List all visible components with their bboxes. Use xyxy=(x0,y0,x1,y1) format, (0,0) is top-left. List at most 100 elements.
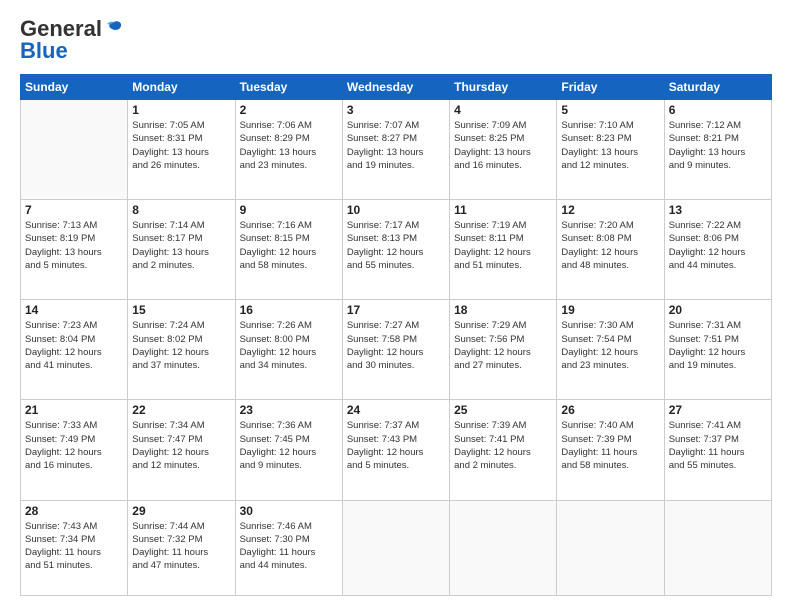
day-number: 13 xyxy=(669,203,767,217)
day-info: Sunrise: 7:41 AMSunset: 7:37 PMDaylight:… xyxy=(669,419,767,472)
calendar-cell: 27 Sunrise: 7:41 AMSunset: 7:37 PMDayligh… xyxy=(664,400,771,500)
day-number: 14 xyxy=(25,303,123,317)
day-info: Sunrise: 7:30 AMSunset: 7:54 PMDaylight:… xyxy=(561,319,659,372)
day-number: 16 xyxy=(240,303,338,317)
day-info: Sunrise: 7:43 AMSunset: 7:34 PMDaylight:… xyxy=(25,520,123,573)
day-number: 12 xyxy=(561,203,659,217)
day-info: Sunrise: 7:07 AMSunset: 8:27 PMDaylight:… xyxy=(347,119,445,172)
calendar-cell: 18 Sunrise: 7:29 AMSunset: 7:56 PMDayligh… xyxy=(450,300,557,400)
day-info: Sunrise: 7:33 AMSunset: 7:49 PMDaylight:… xyxy=(25,419,123,472)
day-info: Sunrise: 7:17 AMSunset: 8:13 PMDaylight:… xyxy=(347,219,445,272)
day-info: Sunrise: 7:13 AMSunset: 8:19 PMDaylight:… xyxy=(25,219,123,272)
day-number: 17 xyxy=(347,303,445,317)
calendar-week-3: 14 Sunrise: 7:23 AMSunset: 8:04 PMDayligh… xyxy=(21,300,772,400)
day-info: Sunrise: 7:05 AMSunset: 8:31 PMDaylight:… xyxy=(132,119,230,172)
calendar-cell: 11 Sunrise: 7:19 AMSunset: 8:11 PMDayligh… xyxy=(450,200,557,300)
calendar-header-monday: Monday xyxy=(128,75,235,100)
calendar-header-row: SundayMondayTuesdayWednesdayThursdayFrid… xyxy=(21,75,772,100)
calendar-header-friday: Friday xyxy=(557,75,664,100)
calendar-cell xyxy=(342,500,449,595)
calendar-cell: 30 Sunrise: 7:46 AMSunset: 7:30 PMDayligh… xyxy=(235,500,342,595)
day-number: 9 xyxy=(240,203,338,217)
day-number: 27 xyxy=(669,403,767,417)
logo: General Blue xyxy=(20,16,124,64)
calendar-week-5: 28 Sunrise: 7:43 AMSunset: 7:34 PMDayligh… xyxy=(21,500,772,595)
day-info: Sunrise: 7:39 AMSunset: 7:41 PMDaylight:… xyxy=(454,419,552,472)
calendar-cell xyxy=(21,100,128,200)
calendar-cell: 6 Sunrise: 7:12 AMSunset: 8:21 PMDaylight… xyxy=(664,100,771,200)
calendar-cell: 14 Sunrise: 7:23 AMSunset: 8:04 PMDayligh… xyxy=(21,300,128,400)
day-number: 25 xyxy=(454,403,552,417)
calendar-table: SundayMondayTuesdayWednesdayThursdayFrid… xyxy=(20,74,772,596)
calendar-cell: 17 Sunrise: 7:27 AMSunset: 7:58 PMDayligh… xyxy=(342,300,449,400)
calendar-cell xyxy=(557,500,664,595)
day-number: 6 xyxy=(669,103,767,117)
calendar-header-tuesday: Tuesday xyxy=(235,75,342,100)
day-number: 20 xyxy=(669,303,767,317)
calendar-cell xyxy=(664,500,771,595)
calendar-cell: 3 Sunrise: 7:07 AMSunset: 8:27 PMDaylight… xyxy=(342,100,449,200)
day-number: 19 xyxy=(561,303,659,317)
day-number: 18 xyxy=(454,303,552,317)
calendar-cell: 5Sunrise: 7:10 AMSunset: 8:23 PMDaylight… xyxy=(557,100,664,200)
calendar-cell: 16 Sunrise: 7:26 AMSunset: 8:00 PMDayligh… xyxy=(235,300,342,400)
day-number: 21 xyxy=(25,403,123,417)
day-number: 11 xyxy=(454,203,552,217)
day-info: Sunrise: 7:09 AMSunset: 8:25 PMDaylight:… xyxy=(454,119,552,172)
day-info: Sunrise: 7:14 AMSunset: 8:17 PMDaylight:… xyxy=(132,219,230,272)
day-number: 3 xyxy=(347,103,445,117)
calendar-cell: 21 Sunrise: 7:33 AMSunset: 7:49 PMDayligh… xyxy=(21,400,128,500)
day-number: 1 xyxy=(132,103,230,117)
page: General Blue SundayMondayTuesdayWednesda… xyxy=(0,0,792,612)
logo-blue-text: Blue xyxy=(20,38,68,64)
day-number: 29 xyxy=(132,504,230,518)
day-number: 15 xyxy=(132,303,230,317)
calendar-cell: 23Sunrise: 7:36 AMSunset: 7:45 PMDayligh… xyxy=(235,400,342,500)
day-info: Sunrise: 7:46 AMSunset: 7:30 PMDaylight:… xyxy=(240,520,338,573)
day-info: Sunrise: 7:23 AMSunset: 8:04 PMDaylight:… xyxy=(25,319,123,372)
calendar-cell xyxy=(450,500,557,595)
day-info: Sunrise: 7:40 AMSunset: 7:39 PMDaylight:… xyxy=(561,419,659,472)
day-info: Sunrise: 7:24 AMSunset: 8:02 PMDaylight:… xyxy=(132,319,230,372)
day-info: Sunrise: 7:34 AMSunset: 7:47 PMDaylight:… xyxy=(132,419,230,472)
calendar-cell: 2Sunrise: 7:06 AMSunset: 8:29 PMDaylight… xyxy=(235,100,342,200)
calendar-cell: 13 Sunrise: 7:22 AMSunset: 8:06 PMDayligh… xyxy=(664,200,771,300)
day-number: 22 xyxy=(132,403,230,417)
day-number: 8 xyxy=(132,203,230,217)
calendar-cell: 28 Sunrise: 7:43 AMSunset: 7:34 PMDayligh… xyxy=(21,500,128,595)
day-info: Sunrise: 7:31 AMSunset: 7:51 PMDaylight:… xyxy=(669,319,767,372)
header: General Blue xyxy=(20,16,772,64)
calendar-cell: 12 Sunrise: 7:20 AMSunset: 8:08 PMDayligh… xyxy=(557,200,664,300)
day-number: 4 xyxy=(454,103,552,117)
calendar-week-4: 21 Sunrise: 7:33 AMSunset: 7:49 PMDayligh… xyxy=(21,400,772,500)
calendar-cell: 24 Sunrise: 7:37 AMSunset: 7:43 PMDayligh… xyxy=(342,400,449,500)
calendar-header-saturday: Saturday xyxy=(664,75,771,100)
calendar-header-wednesday: Wednesday xyxy=(342,75,449,100)
calendar-cell: 8 Sunrise: 7:14 AMSunset: 8:17 PMDaylight… xyxy=(128,200,235,300)
calendar-week-2: 7 Sunrise: 7:13 AMSunset: 8:19 PMDaylight… xyxy=(21,200,772,300)
day-info: Sunrise: 7:19 AMSunset: 8:11 PMDaylight:… xyxy=(454,219,552,272)
calendar-cell: 20 Sunrise: 7:31 AMSunset: 7:51 PMDayligh… xyxy=(664,300,771,400)
day-info: Sunrise: 7:06 AMSunset: 8:29 PMDaylight:… xyxy=(240,119,338,172)
day-info: Sunrise: 7:22 AMSunset: 8:06 PMDaylight:… xyxy=(669,219,767,272)
calendar-cell: 19 Sunrise: 7:30 AMSunset: 7:54 PMDayligh… xyxy=(557,300,664,400)
day-info: Sunrise: 7:20 AMSunset: 8:08 PMDaylight:… xyxy=(561,219,659,272)
day-info: Sunrise: 7:37 AMSunset: 7:43 PMDaylight:… xyxy=(347,419,445,472)
calendar-cell: 15 Sunrise: 7:24 AMSunset: 8:02 PMDayligh… xyxy=(128,300,235,400)
day-info: Sunrise: 7:27 AMSunset: 7:58 PMDaylight:… xyxy=(347,319,445,372)
calendar-cell: 29 Sunrise: 7:44 AMSunset: 7:32 PMDayligh… xyxy=(128,500,235,595)
day-number: 7 xyxy=(25,203,123,217)
day-number: 28 xyxy=(25,504,123,518)
day-info: Sunrise: 7:26 AMSunset: 8:00 PMDaylight:… xyxy=(240,319,338,372)
day-number: 30 xyxy=(240,504,338,518)
day-info: Sunrise: 7:29 AMSunset: 7:56 PMDaylight:… xyxy=(454,319,552,372)
day-number: 24 xyxy=(347,403,445,417)
calendar-cell: 1 Sunrise: 7:05 AMSunset: 8:31 PMDaylight… xyxy=(128,100,235,200)
day-info: Sunrise: 7:12 AMSunset: 8:21 PMDaylight:… xyxy=(669,119,767,172)
day-info: Sunrise: 7:10 AMSunset: 8:23 PMDaylight:… xyxy=(561,119,659,172)
calendar-cell: 4 Sunrise: 7:09 AMSunset: 8:25 PMDaylight… xyxy=(450,100,557,200)
day-info: Sunrise: 7:16 AMSunset: 8:15 PMDaylight:… xyxy=(240,219,338,272)
calendar-header-thursday: Thursday xyxy=(450,75,557,100)
calendar-cell: 26Sunrise: 7:40 AMSunset: 7:39 PMDayligh… xyxy=(557,400,664,500)
day-info: Sunrise: 7:44 AMSunset: 7:32 PMDaylight:… xyxy=(132,520,230,573)
